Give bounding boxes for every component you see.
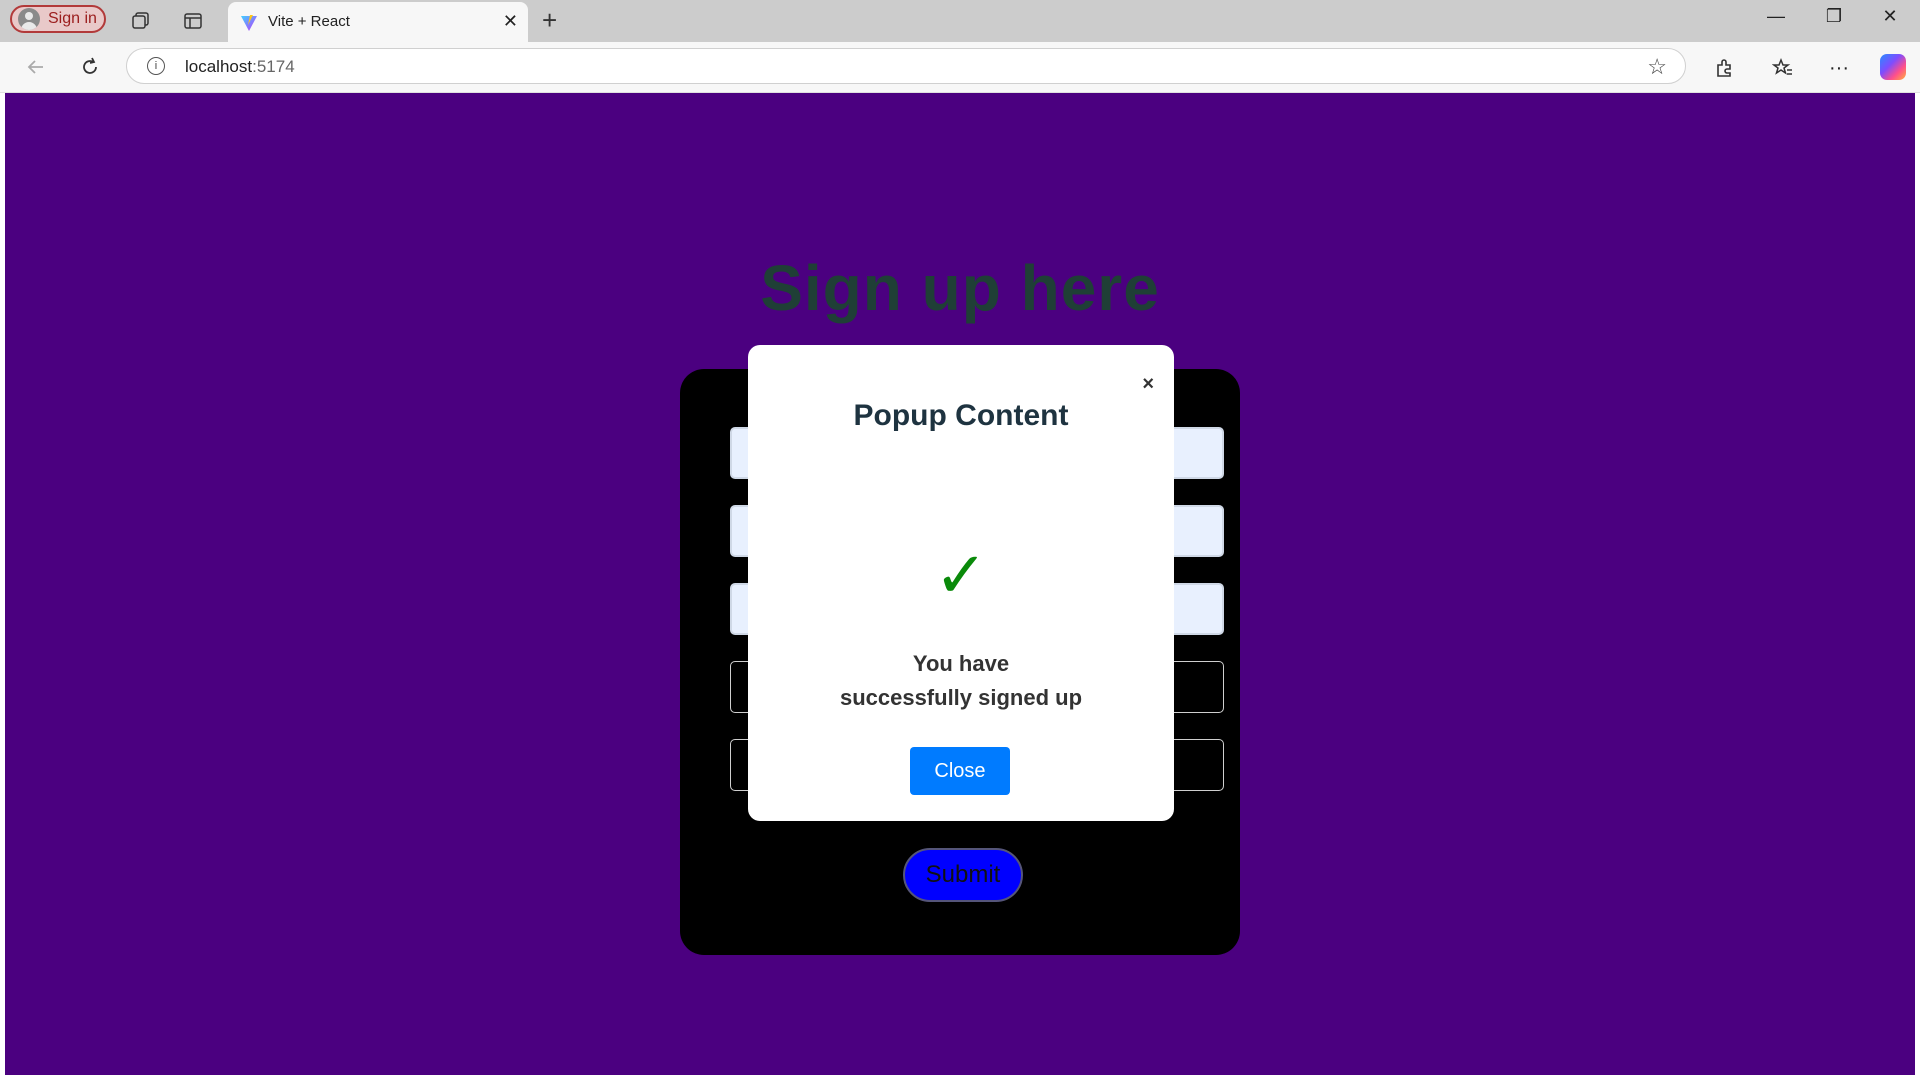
restore-icon[interactable]: ❐: [1814, 6, 1854, 27]
popup-close-icon[interactable]: ×: [1142, 373, 1154, 396]
refresh-icon[interactable]: [76, 54, 104, 80]
url-host: localhost: [185, 57, 253, 76]
favorite-star-icon[interactable]: ☆: [1647, 54, 1667, 80]
popup-message: You have successfully signed up: [808, 647, 1114, 715]
active-tab[interactable]: Vite + React ✕: [228, 2, 528, 42]
url-port: :5174: [252, 57, 295, 76]
page-title: Sign up here: [760, 252, 1160, 324]
popup-close-button[interactable]: Close: [910, 747, 1010, 795]
browser-toolbar: i localhost:5174 ☆: [0, 42, 1920, 93]
back-icon[interactable]: [22, 54, 50, 80]
tab-strip: Sign in Vite + React ✕ + — ❐ ✕: [0, 0, 1920, 42]
new-tab-button[interactable]: +: [542, 6, 557, 34]
profile-avatar-icon: [18, 8, 40, 30]
profile-signin-button[interactable]: Sign in: [10, 5, 106, 33]
tab-close-icon[interactable]: ✕: [503, 11, 518, 32]
submit-button[interactable]: Submit: [903, 848, 1023, 902]
minimize-icon[interactable]: —: [1756, 6, 1796, 27]
window-close-icon[interactable]: ✕: [1870, 6, 1910, 27]
tab-actions-icon[interactable]: [180, 10, 206, 32]
vite-favicon-icon: [241, 15, 257, 31]
url-text: localhost:5174: [185, 57, 295, 77]
extensions-icon[interactable]: [1710, 54, 1740, 82]
more-icon[interactable]: ···: [1824, 54, 1854, 82]
favorites-icon[interactable]: [1768, 54, 1798, 82]
app-page: Sign up here Submit × Popup Content ✓ Yo…: [5, 93, 1915, 1075]
tab-title: Vite + React: [268, 13, 350, 30]
address-bar[interactable]: i localhost:5174 ☆: [126, 48, 1686, 84]
success-popup: × Popup Content ✓ You have successfully …: [748, 345, 1174, 821]
signin-label: Sign in: [48, 10, 97, 27]
site-info-icon[interactable]: i: [147, 57, 165, 75]
popup-message-line1: You have: [912, 651, 1010, 676]
popup-title: Popup Content: [853, 399, 1069, 432]
workspaces-icon[interactable]: [128, 10, 154, 32]
copilot-icon[interactable]: [1880, 54, 1906, 80]
checkmark-icon: ✓: [934, 539, 988, 611]
popup-message-line2: successfully signed up: [839, 685, 1083, 710]
